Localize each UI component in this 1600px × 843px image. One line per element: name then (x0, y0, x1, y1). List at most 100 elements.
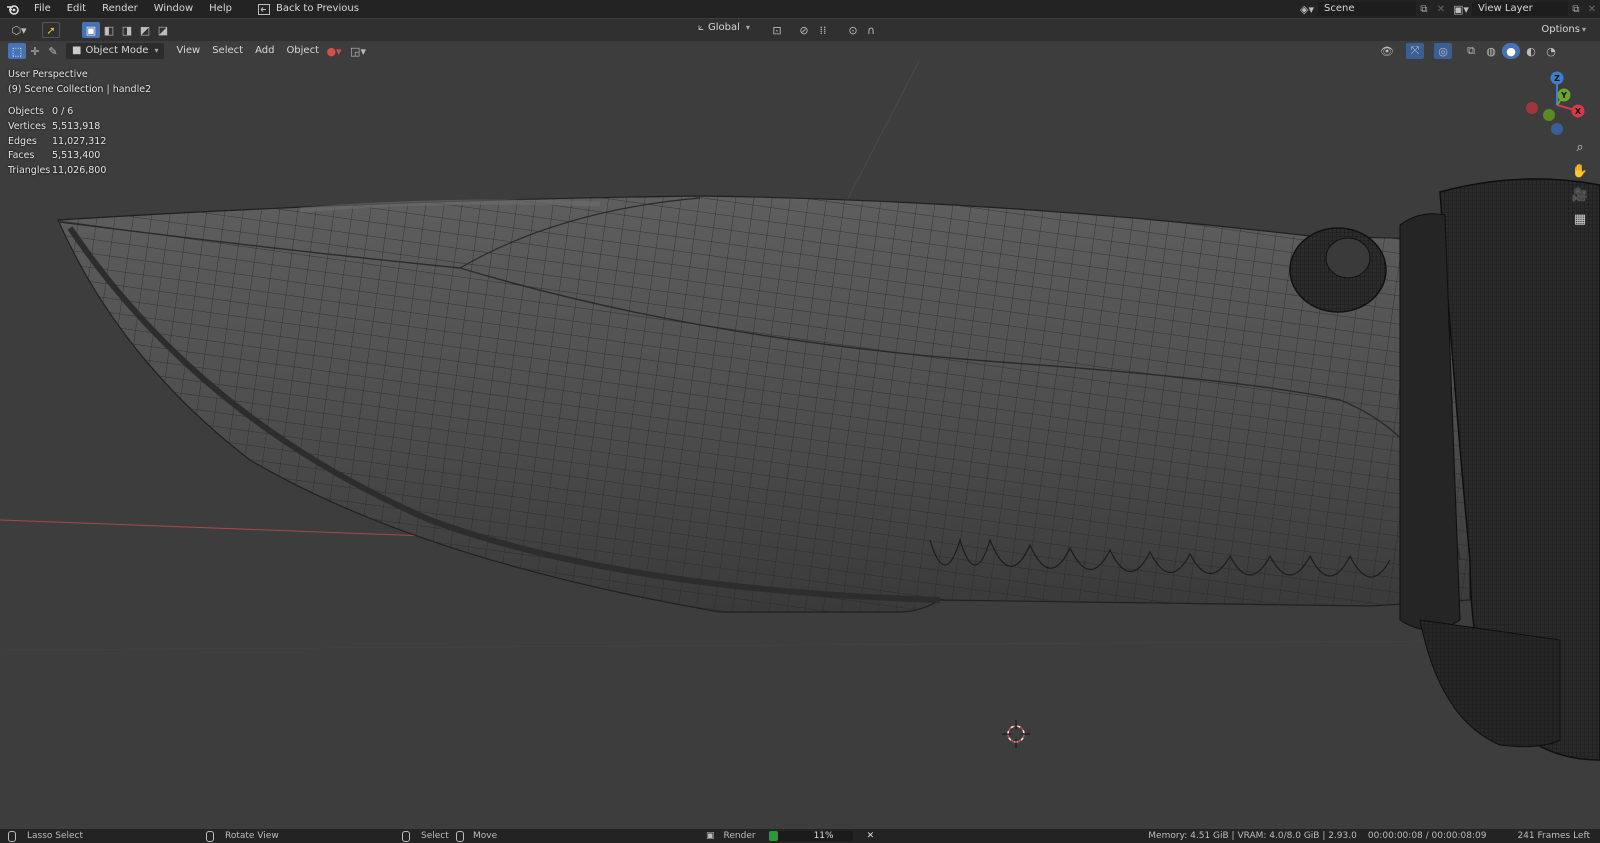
collection-label: (9) Scene Collection | handle2 (8, 84, 152, 95)
menu-add[interactable]: Add (249, 43, 280, 59)
chevron-down-icon: ▾ (1581, 25, 1586, 34)
back-label: Back to Previous (275, 3, 359, 14)
render-icon: ▣ (706, 831, 715, 841)
svg-text:Y: Y (1560, 91, 1567, 100)
menu-object[interactable]: Object (280, 43, 325, 59)
menu-window[interactable]: Window (146, 0, 201, 18)
render-time: 00:00:00:08 / 00:00:08:09 (1367, 831, 1487, 841)
navigation-gizmo[interactable]: Z X Y (1522, 69, 1592, 139)
frames-left: 241 Frames Left (1517, 831, 1590, 841)
status-bar: Lasso Select Rotate View Select Move ▣ R… (0, 829, 1600, 843)
3d-cursor (1002, 720, 1030, 748)
view-layer-field[interactable]: View Layer (1472, 2, 1568, 16)
select-extend-mode-icon[interactable]: ◧ (100, 22, 118, 38)
menu-render[interactable]: Render (94, 0, 146, 18)
options-button[interactable]: Options ▾ (1535, 22, 1592, 38)
menu-edit[interactable]: Edit (59, 0, 94, 18)
select-intersect-mode-icon[interactable]: ◪ (154, 22, 172, 38)
status-select: Select (402, 829, 449, 843)
copy-view-layer-icon[interactable]: ⧉ (1568, 4, 1584, 15)
options-label: Options (1541, 24, 1580, 35)
memory-info: Memory: 4.51 GiB | VRAM: 4.0/8.0 GiB | 2… (1148, 831, 1357, 841)
object-mode-icon: ■ (72, 45, 82, 56)
menu-select[interactable]: Select (206, 43, 249, 59)
stat-vertices: Vertices 5,513,918 (8, 120, 101, 132)
menu-help[interactable]: Help (201, 0, 240, 18)
view-name: User Perspective (8, 69, 88, 80)
orientation-icon: ⟀ (698, 22, 704, 33)
pivot-screw (1289, 227, 1387, 313)
topbar-right: ◈▾ Scene ⧉ ✕ ▣▾ View Layer ⧉ ✕ (1296, 0, 1600, 18)
delete-scene-icon[interactable]: ✕ (1432, 4, 1450, 15)
render-progress-fill (768, 831, 778, 841)
select-box-tool-icon[interactable]: ⬚ (8, 43, 26, 59)
delete-view-layer-icon[interactable]: ✕ (1584, 4, 1600, 15)
solid-shading-icon[interactable]: ● (1502, 43, 1520, 59)
chevron-down-icon: ▾ (154, 46, 159, 55)
stat-objects: Objects 0 / 6 (8, 106, 74, 117)
mouse-middle-icon (206, 830, 214, 842)
view-layer-icon[interactable]: ▣▾ (1450, 3, 1472, 16)
gpencil-icon[interactable]: ◲▾ (349, 43, 367, 59)
menu-file[interactable]: File (26, 0, 59, 18)
back-icon (257, 3, 270, 15)
3d-viewport[interactable]: User Perspective (9) Scene Collection | … (0, 61, 1600, 829)
status-move: Move (456, 829, 497, 843)
viewport-header: ⬚ ✛ ✎ ■ Object Mode ▾ View Select Add Ob… (0, 41, 1600, 61)
scene-name-field[interactable]: Scene (1318, 2, 1416, 16)
status-rotate-view: Rotate View (206, 829, 279, 843)
render-progress-bar (768, 831, 853, 841)
proportional-editing-icon[interactable]: ⊙ (844, 22, 862, 38)
camera-view-icon[interactable]: 🎥 (1570, 185, 1590, 205)
select-tool-icon[interactable]: ➚ (42, 22, 60, 38)
copy-scene-icon[interactable]: ⧉ (1416, 4, 1432, 15)
transform-orientation[interactable]: ⟀ Global ▾ (698, 22, 750, 33)
back-to-previous-button[interactable]: Back to Previous (252, 0, 365, 18)
object-mode-dropdown[interactable]: ■ Object Mode ▾ (66, 43, 165, 59)
render-progress-text: 11% (813, 831, 834, 841)
mouse-right-icon (402, 830, 410, 842)
material-shading-icon[interactable]: ◐ (1522, 43, 1540, 59)
blender-logo-icon[interactable] (0, 0, 26, 18)
mouse-left-icon (8, 830, 16, 842)
overlay-toggle-icon[interactable]: ◎ (1434, 43, 1452, 59)
status-select-label: Select (421, 831, 449, 841)
editor-type-icon[interactable]: ⬡▾ (4, 22, 34, 38)
pivot-point-icon[interactable]: ⊡ (768, 22, 786, 38)
pan-hand-icon[interactable]: ✋ (1570, 161, 1590, 181)
zoom-icon[interactable]: ⌕ (1570, 137, 1590, 157)
visibility-icon[interactable]: 👁 (1378, 43, 1396, 59)
stat-faces: Faces 5,513,400 (8, 150, 101, 162)
menu-view[interactable]: View (170, 43, 206, 59)
select-new-mode-icon[interactable]: ▣ (82, 22, 100, 38)
object-mode-label: Object Mode (85, 45, 149, 56)
cancel-render-icon[interactable]: ✕ (867, 831, 875, 841)
rendered-shading-icon[interactable]: ◔ (1542, 43, 1560, 59)
falloff-icon[interactable]: ∩ (862, 22, 880, 38)
gizmo-toggle-icon[interactable]: ⤧ (1406, 43, 1424, 59)
annotate-tool-icon[interactable]: ✎ (44, 43, 62, 59)
status-info: Memory: 4.51 GiB | VRAM: 4.0/8.0 GiB | 2… (1148, 829, 1590, 843)
cursor-tool-icon[interactable]: ✛ (26, 43, 44, 59)
wireframe-shading-icon[interactable]: ◍ (1482, 43, 1500, 59)
orientation-label: Global (708, 22, 740, 33)
handle-mesh (1399, 178, 1600, 761)
snap-toggle-icon[interactable]: ⊘ (795, 22, 813, 38)
render-label: Render (723, 831, 756, 841)
material-slot-icon[interactable]: ●▾ (325, 43, 343, 59)
viewport-render (0, 61, 1600, 761)
render-job: ▣ Render 11% ✕ (706, 829, 874, 843)
viewport-shading-controls: 👁 ⤧ ◎ ⧉ ◍ ● ◐ ◔ (1378, 43, 1560, 59)
top-menubar: File Edit Render Window Help Back to Pre… (0, 0, 1600, 18)
xray-toggle-icon[interactable]: ⧉ (1462, 43, 1480, 59)
snap-target-icon[interactable]: ⁞⁞ (814, 22, 832, 38)
perspective-toggle-icon[interactable]: ▦ (1570, 209, 1590, 229)
select-invert-mode-icon[interactable]: ◩ (136, 22, 154, 38)
status-lasso-label: Lasso Select (27, 831, 84, 841)
stat-edges: Edges 11,027,312 (8, 135, 107, 147)
scene-icon[interactable]: ◈▾ (1296, 3, 1318, 16)
status-lasso-select: Lasso Select (8, 829, 83, 843)
status-move-label: Move (473, 831, 498, 841)
chevron-down-icon: ▾ (745, 23, 750, 32)
select-subtract-mode-icon[interactable]: ◨ (118, 22, 136, 38)
